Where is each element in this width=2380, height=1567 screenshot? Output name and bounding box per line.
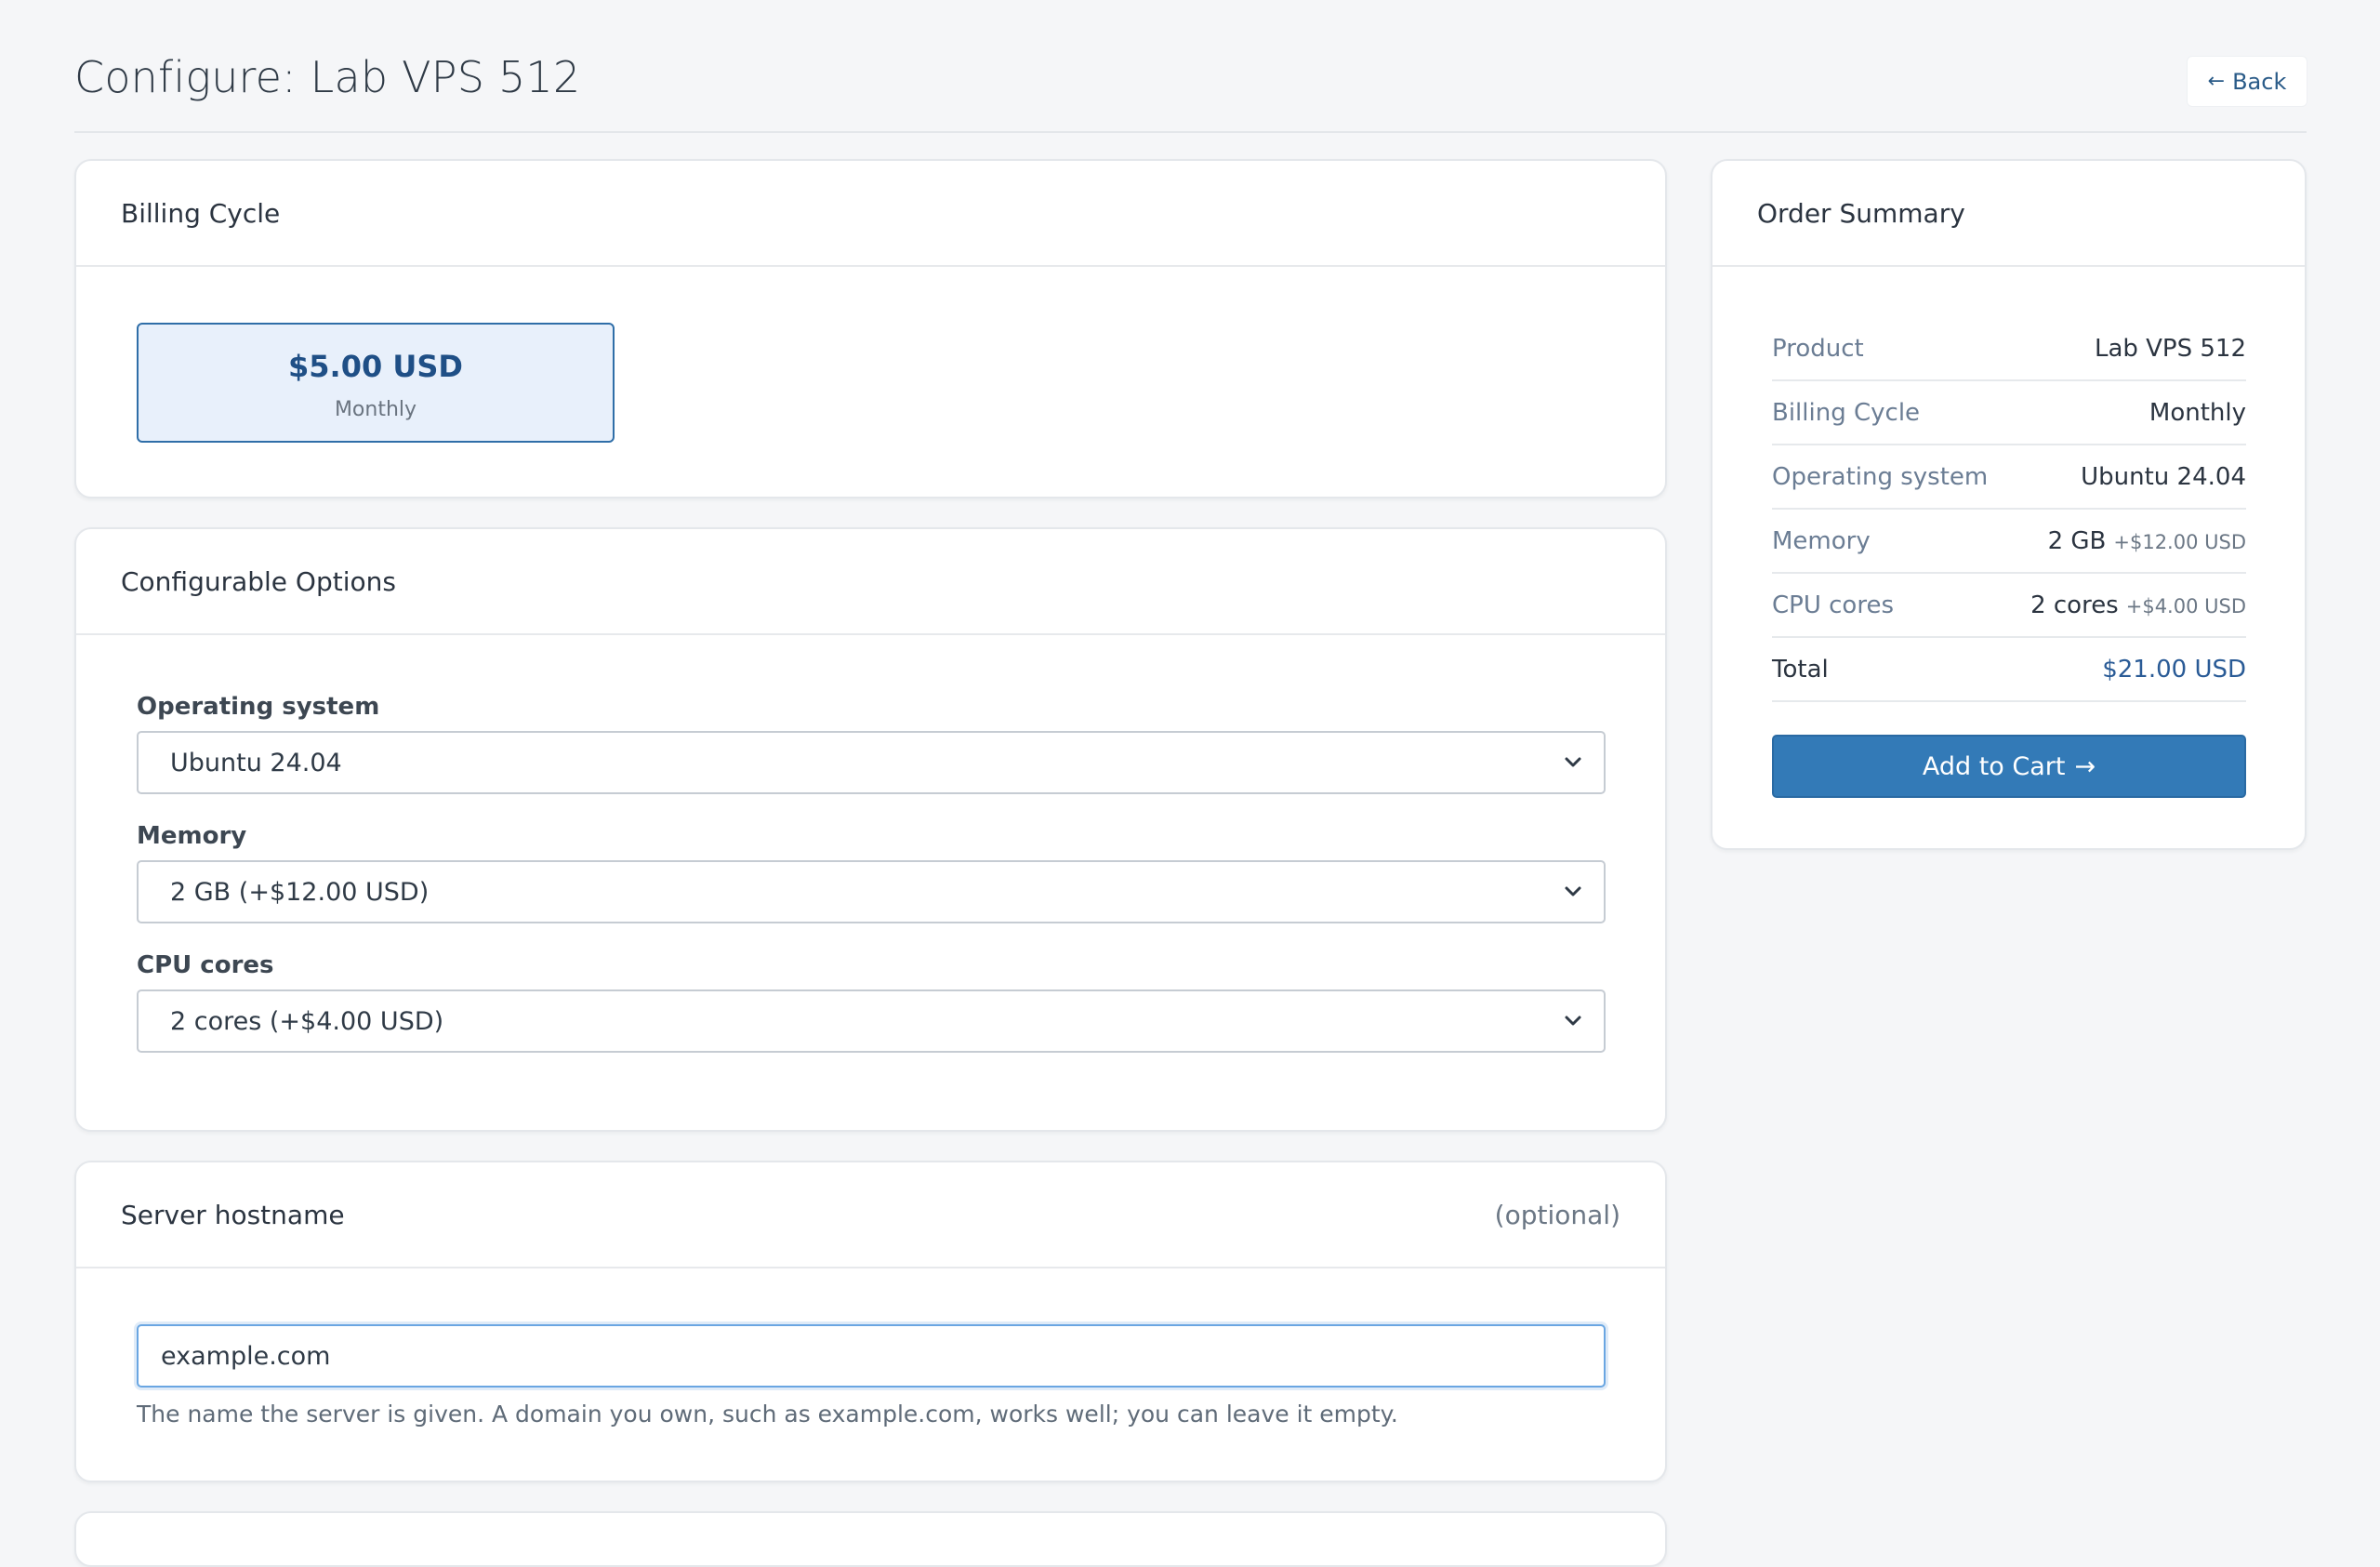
summary-row-total: Total $21.00 USD	[1772, 638, 2246, 702]
billing-cycle-option-monthly[interactable]: $5.00 USD Monthly	[137, 323, 615, 443]
server-hostname-header: Server hostname (optional)	[76, 1162, 1665, 1268]
summary-value-main: 2 GB	[2047, 526, 2107, 555]
chevron-down-icon	[1565, 757, 1581, 767]
summary-value: Lab VPS 512	[2095, 335, 2246, 363]
operating-system-label: Operating system	[137, 693, 380, 721]
summary-value: Ubuntu 24.04	[2081, 463, 2246, 491]
summary-row-product: Product Lab VPS 512	[1772, 317, 2246, 381]
summary-value-main: Ubuntu 24.04	[2081, 462, 2246, 491]
summary-value-extra: +$4.00 USD	[2125, 594, 2246, 618]
page-header: Configure: Lab VPS 512 ← Back	[74, 0, 2307, 133]
billing-cycle-price: $5.00 USD	[288, 349, 463, 384]
arrow-right-icon: →	[2074, 751, 2096, 781]
billing-cycle-label: Monthly	[334, 398, 417, 421]
server-hostname-title: Server hostname	[121, 1199, 345, 1230]
memory-label: Memory	[137, 822, 247, 850]
optional-note: (optional)	[1494, 1199, 1620, 1230]
summary-row-memory: Memory 2 GB +$12.00 USD	[1772, 510, 2246, 574]
summary-value-extra: +$12.00 USD	[2113, 530, 2246, 553]
summary-key: CPU cores	[1772, 591, 1894, 619]
memory-select[interactable]: 2 GB (+$12.00 USD)	[137, 860, 1606, 923]
back-label: Back	[2232, 68, 2287, 95]
summary-key: Product	[1772, 334, 1864, 363]
server-hostname-card: Server hostname (optional) The name the …	[74, 1161, 1667, 1482]
configurable-options-card: Configurable Options Operating system Ub…	[74, 527, 1667, 1132]
billing-cycle-card: Billing Cycle $5.00 USD Monthly	[74, 159, 1667, 498]
order-summary-header: Order Summary	[1712, 161, 2305, 267]
cpu-cores-select[interactable]: 2 cores (+$4.00 USD)	[137, 989, 1606, 1053]
cpu-cores-label: CPU cores	[137, 951, 274, 979]
summary-key: Billing Cycle	[1772, 398, 1921, 427]
summary-value-main: Lab VPS 512	[2094, 334, 2246, 363]
hostname-help-text: The name the server is given. A domain y…	[137, 1401, 1398, 1428]
billing-cycle-title: Billing Cycle	[121, 197, 281, 229]
order-summary-card: Order Summary Product Lab VPS 512 Billin…	[1711, 159, 2307, 850]
order-summary-list: Product Lab VPS 512 Billing Cycle Monthl…	[1772, 317, 2246, 702]
total-value: $21.00 USD	[2102, 655, 2246, 684]
operating-system-value: Ubuntu 24.04	[170, 748, 342, 777]
billing-cycle-header: Billing Cycle	[76, 161, 1665, 267]
next-card	[74, 1511, 1667, 1567]
summary-value: 2 GB +$12.00 USD	[2048, 527, 2246, 555]
summary-row-cpu-cores: CPU cores 2 cores +$4.00 USD	[1772, 574, 2246, 638]
summary-value-main: Monthly	[2149, 398, 2246, 427]
page-title: Configure: Lab VPS 512	[74, 52, 581, 102]
chevron-down-icon	[1565, 1016, 1581, 1026]
summary-key: Operating system	[1772, 462, 1989, 491]
order-summary-title: Order Summary	[1757, 197, 1965, 229]
summary-value: 2 cores +$4.00 USD	[2030, 591, 2246, 619]
cpu-cores-value: 2 cores (+$4.00 USD)	[170, 1006, 444, 1036]
summary-key: Memory	[1772, 526, 1871, 555]
add-to-cart-label: Add to Cart	[1922, 751, 2066, 781]
back-button[interactable]: ← Back	[2188, 57, 2307, 106]
add-to-cart-button[interactable]: Add to Cart →	[1772, 735, 2246, 798]
operating-system-select[interactable]: Ubuntu 24.04	[137, 731, 1606, 794]
configurable-options-title: Configurable Options	[121, 565, 396, 597]
summary-value-main: 2 cores	[2030, 591, 2119, 619]
configurable-options-header: Configurable Options	[76, 529, 1665, 635]
chevron-down-icon	[1565, 886, 1581, 896]
summary-row-billing-cycle: Billing Cycle Monthly	[1772, 381, 2246, 445]
total-label: Total	[1772, 655, 1829, 684]
summary-row-operating-system: Operating system Ubuntu 24.04	[1772, 445, 2246, 510]
summary-value: Monthly	[2149, 399, 2246, 427]
back-arrow-icon: ←	[2207, 70, 2226, 93]
memory-value: 2 GB (+$12.00 USD)	[170, 877, 430, 907]
hostname-input[interactable]	[137, 1324, 1606, 1388]
